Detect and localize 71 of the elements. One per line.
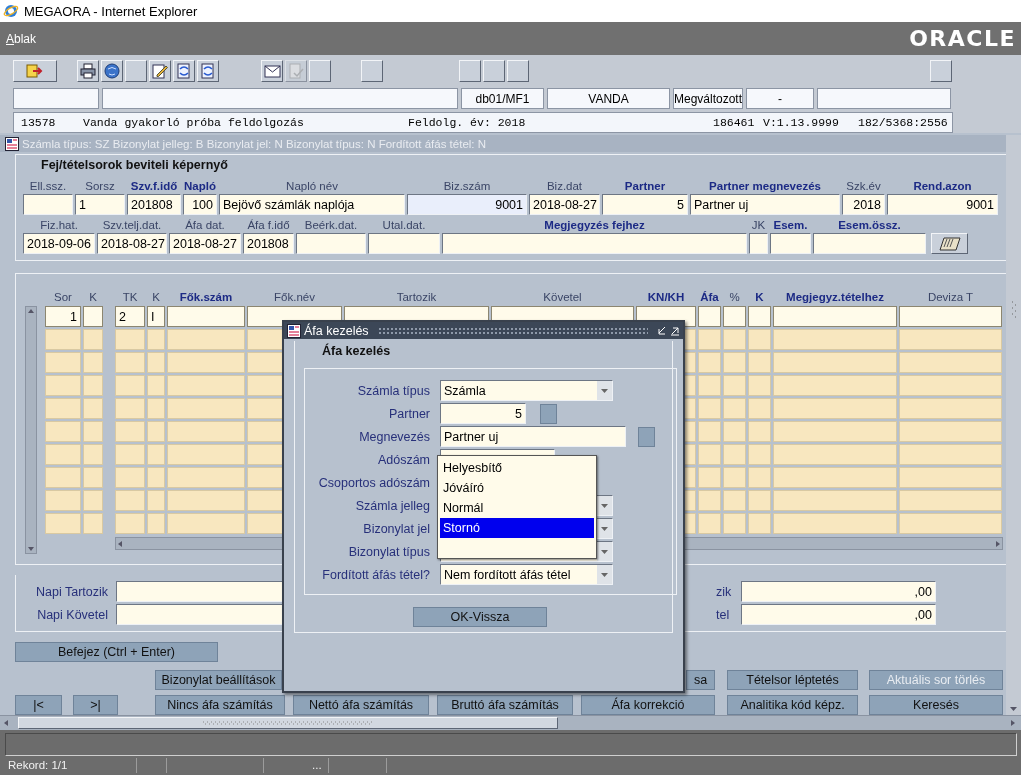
column-header: K <box>151 291 161 304</box>
field-label: Bizonylat típus <box>347 544 430 559</box>
field-label: Partner megnevezés <box>709 179 821 194</box>
field-label: Áfa f.idő <box>247 218 290 233</box>
total-label: tel <box>716 607 731 622</box>
column-header: Fők.név <box>273 291 316 304</box>
field-label: Ell.ssz. <box>29 179 67 194</box>
dialog-title: Áfa kezelés <box>304 323 369 338</box>
session-text: Feldolg. év: 2018 <box>408 116 527 130</box>
field-label: Partner <box>624 179 666 194</box>
field-label: Biz.dat <box>546 179 583 194</box>
field-label: Csoportos adószám <box>317 475 430 490</box>
field-label: Számla típus <box>356 383 430 398</box>
field-label: Adószám <box>376 452 430 467</box>
field-label: Utal.dat. <box>382 218 426 233</box>
column-header: Áfa <box>699 291 720 304</box>
field-label: Áfa dat. <box>185 218 225 233</box>
field-label: Sorsz <box>85 179 115 194</box>
hint-text: Számla típus: SZ Bizonylat jelleg: B Bizonylat jel: N Bizonylat típus: N Fordított áfás tétel: N <box>22 137 487 150</box>
total-field: ,00 <box>741 581 936 602</box>
column-header: TK <box>121 291 139 304</box>
logo-text: ORACLE <box>909 26 1016 51</box>
session-text: Vanda gyakorló próba feldolgozás <box>83 116 305 130</box>
total-field: ,00 <box>741 604 936 625</box>
field-label: Szv.telj.dat. <box>102 218 162 233</box>
total-label: Napi Követel <box>36 607 108 622</box>
column-header: Megjegyz.tételhez <box>785 291 885 304</box>
column-header: KN/KH <box>646 291 686 304</box>
field-label: Szk.év <box>846 179 881 194</box>
session-text: 13578 <box>21 116 57 130</box>
field-label: Esem.össz. <box>838 218 901 233</box>
field-label: Esem. <box>773 218 808 233</box>
total-label: Napi Tartozik <box>34 584 108 599</box>
field-label: Biz.szám <box>443 179 491 194</box>
field-label: JK <box>751 218 766 233</box>
field-label: Fiz.hat. <box>40 218 78 233</box>
status-segment: ... <box>264 758 329 773</box>
table-cell: 2 <box>115 306 145 327</box>
session-text: 182/5368:2556 <box>858 116 949 130</box>
dialog-heading: Áfa kezelés <box>321 344 392 360</box>
total-label: zik <box>716 584 733 599</box>
session-text: V:1.13.9999 <box>763 116 840 130</box>
field-label: Fordított áfás tétel? <box>321 567 430 582</box>
column-header: K <box>88 291 98 304</box>
field-label: Napló név <box>286 179 338 194</box>
field-label: Megnevezés <box>358 429 430 444</box>
window-title: MEGAORA - Internet Explorer <box>24 3 198 19</box>
table-cell: 1 <box>45 306 81 327</box>
field-label: Megjegyzés fejhez <box>544 218 645 233</box>
info-field: Megváltozott <box>673 88 743 110</box>
column-header: Sor <box>53 291 73 304</box>
info-field: db01/MF1 <box>461 88 544 110</box>
field-label: Partner <box>388 406 430 421</box>
session-text: 186461 <box>713 116 756 130</box>
column-header: Tartozik <box>395 291 438 304</box>
table-cell: I <box>147 306 165 327</box>
column-header: Fők.szám <box>178 291 234 304</box>
field-label: Számla jelleg <box>354 498 430 513</box>
column-header: K <box>754 291 765 304</box>
section-heading: Fej/tételsorok beviteli képernyő <box>40 158 229 174</box>
status-segment: Rekord: 1/1 <box>5 758 137 773</box>
info-field: VANDA <box>547 88 670 110</box>
field-label: Szv.f.idő <box>130 179 178 194</box>
field-label: Rend.azon <box>913 179 972 194</box>
field-label: Napló <box>184 179 216 194</box>
info-field: - <box>746 88 814 110</box>
field-label: Bizonylat jel <box>362 521 430 536</box>
column-header: Követel <box>542 291 583 304</box>
column-header: Deviza T <box>926 291 975 304</box>
field-label: Beérk.dat. <box>304 218 358 233</box>
column-header: % <box>728 291 741 304</box>
